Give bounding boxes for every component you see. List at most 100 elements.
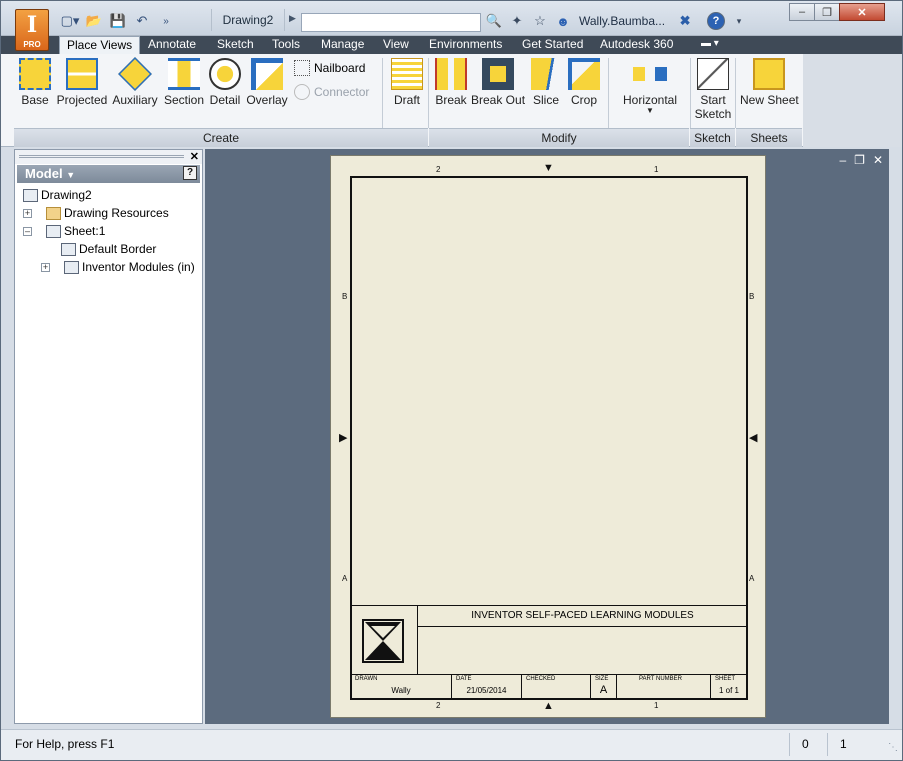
close-button[interactable]: ✕ (839, 3, 885, 21)
binoculars-icon[interactable]: 🔍 (485, 12, 503, 30)
nailboard-button[interactable]: Nailboard (294, 60, 365, 76)
tab-sketch[interactable]: Sketch (210, 36, 261, 54)
drawing-sheet[interactable]: 2 1 2 1 B A B A ▼ ▲ ▶ ◀ INVENTOR SELF-PA… (330, 155, 766, 718)
sheet-number-cell: SHEET 1 of 1 (715, 676, 739, 695)
search-expand-icon[interactable]: ▶ (289, 13, 299, 29)
favorites-star-icon[interactable]: ☆ (531, 12, 549, 30)
horizontal-dropdown-icon[interactable]: ▼ (621, 107, 679, 115)
break-out-icon (482, 58, 514, 90)
help-dropdown-icon[interactable]: ▾ (730, 12, 748, 30)
break-out-button[interactable]: Break Out (471, 58, 525, 107)
inventor-window: ▢▾ 📂 💾 ↶ » Drawing2 ▶ 🔍 ✦ ☆ ☻ Wally.Baum… (0, 0, 903, 761)
base-view-icon (19, 58, 51, 90)
search-input[interactable] (301, 13, 481, 32)
ribbon-empty-area (803, 54, 902, 147)
ribbon: Base Projected Auxiliary Section Detail … (1, 54, 902, 147)
center-mark-top-icon: ▼ (543, 162, 554, 174)
auxiliary-button[interactable]: Auxiliary (112, 57, 158, 107)
auxiliary-view-icon (118, 57, 152, 91)
tab-place-views[interactable]: Place Views (59, 36, 141, 55)
create-group-label: Create (14, 128, 428, 147)
inventor-logo-icon: I (26, 12, 38, 38)
document-close-icon[interactable]: ✕ (873, 153, 883, 167)
draft-button[interactable]: Draft (389, 58, 425, 107)
break-icon (435, 58, 467, 90)
section-button[interactable]: Section (163, 58, 205, 107)
horizontal-button[interactable]: Horizontal ▼ (621, 58, 679, 115)
zone-label-right-b: B (749, 292, 755, 301)
section-view-icon (168, 58, 200, 90)
crop-button[interactable]: Crop (568, 58, 600, 107)
center-mark-right-icon: ◀ (749, 432, 758, 444)
document-minimize-icon[interactable]: – (839, 153, 846, 167)
detail-view-icon (209, 58, 241, 90)
graphics-window[interactable]: – ❐ ✕ 2 1 2 1 B A B A ▼ ▲ ▶ ◀ INVENTOR S… (205, 149, 889, 724)
nailboard-icon (294, 60, 310, 76)
projected-view-icon (66, 58, 98, 90)
model-browser: ✕ Model ▼ ? Drawing2 + Drawing Resources… (14, 149, 203, 724)
tree-node-drawing-resources[interactable]: + Drawing Resources (23, 204, 169, 222)
browser-dropdown-icon[interactable]: ▼ (66, 170, 75, 180)
center-mark-left-icon: ▶ (339, 432, 348, 444)
break-button[interactable]: Break (433, 58, 469, 107)
expand-icon[interactable]: + (23, 208, 32, 218)
tree-node-title-block[interactable]: + Inventor Modules (in) (41, 258, 195, 276)
projected-button[interactable]: Projected (56, 58, 108, 107)
ribbon-options-icon[interactable]: ▬ ▾ (701, 38, 719, 49)
undo-icon[interactable]: ↶ (133, 12, 151, 30)
browser-drag-handle[interactable] (19, 155, 184, 158)
help-icon[interactable]: ? (707, 12, 726, 30)
browser-header[interactable]: Model ▼ ? (17, 165, 200, 183)
more-commands-icon[interactable]: » (157, 12, 175, 30)
collapse-icon[interactable]: – (23, 226, 32, 236)
connector-button[interactable]: Connector (294, 84, 369, 100)
tree-node-drawing[interactable]: Drawing2 (23, 186, 92, 204)
browser-close-icon[interactable]: ✕ (190, 150, 199, 163)
quick-access-toolbar: ▢▾ 📂 💾 ↶ » (61, 11, 175, 31)
align-horizontal-icon (633, 67, 667, 81)
tab-annotate[interactable]: Annotate (141, 36, 203, 54)
tree-node-sheet[interactable]: – Sheet:1 (23, 222, 105, 240)
start-sketch-icon (697, 58, 729, 90)
restore-button[interactable]: ❐ (814, 3, 840, 21)
application-menu-button[interactable]: I PRO (15, 9, 49, 51)
base-button[interactable]: Base (19, 58, 51, 107)
document-restore-icon[interactable]: ❐ (854, 153, 865, 167)
tab-view[interactable]: View (376, 36, 416, 54)
subscription-icon[interactable]: ✦ (508, 12, 526, 30)
status-field-1: 1 (827, 733, 875, 756)
detail-button[interactable]: Detail (208, 58, 242, 107)
tab-autodesk-360[interactable]: Autodesk 360 (593, 36, 680, 54)
ribbon-separator (690, 58, 691, 128)
overlay-view-icon (251, 58, 283, 90)
tab-tools[interactable]: Tools (265, 36, 307, 54)
tree-node-default-border[interactable]: Default Border (61, 240, 156, 258)
tab-get-started[interactable]: Get Started (515, 36, 590, 54)
ribbon-separator (608, 58, 609, 128)
new-document-icon[interactable]: ▢▾ (61, 12, 80, 30)
browser-help-icon[interactable]: ? (183, 166, 197, 180)
date-cell: DATE 21/05/2014 (452, 675, 522, 700)
overlay-button[interactable]: Overlay (246, 58, 288, 107)
user-name[interactable]: Wally.Baumba... (579, 14, 665, 28)
resize-grip-icon[interactable]: ⋱ (888, 742, 898, 753)
draft-view-icon (391, 58, 423, 90)
user-icon[interactable]: ☻ (554, 12, 572, 30)
minimize-button[interactable]: – (789, 3, 815, 21)
tab-environments[interactable]: Environments (422, 36, 509, 54)
start-sketch-button[interactable]: Start Sketch (693, 58, 733, 121)
document-window-controls: – ❐ ✕ (839, 153, 883, 167)
open-folder-icon[interactable]: 📂 (85, 12, 103, 30)
slice-button[interactable]: Slice (531, 58, 563, 107)
new-sheet-button[interactable]: New Sheet (740, 58, 799, 107)
zone-label-top-1: 1 (654, 165, 659, 174)
zone-label-top-2: 2 (436, 165, 441, 174)
tab-manage[interactable]: Manage (314, 36, 371, 54)
pro-badge: PRO (23, 40, 41, 49)
expand-icon[interactable]: + (41, 262, 50, 272)
sketch-group-label: Sketch (690, 128, 735, 147)
document-title: Drawing2 (211, 9, 285, 31)
border-icon (61, 242, 76, 256)
exchange-x-icon[interactable]: ✖ (676, 12, 694, 30)
save-icon[interactable]: 💾 (109, 12, 127, 30)
